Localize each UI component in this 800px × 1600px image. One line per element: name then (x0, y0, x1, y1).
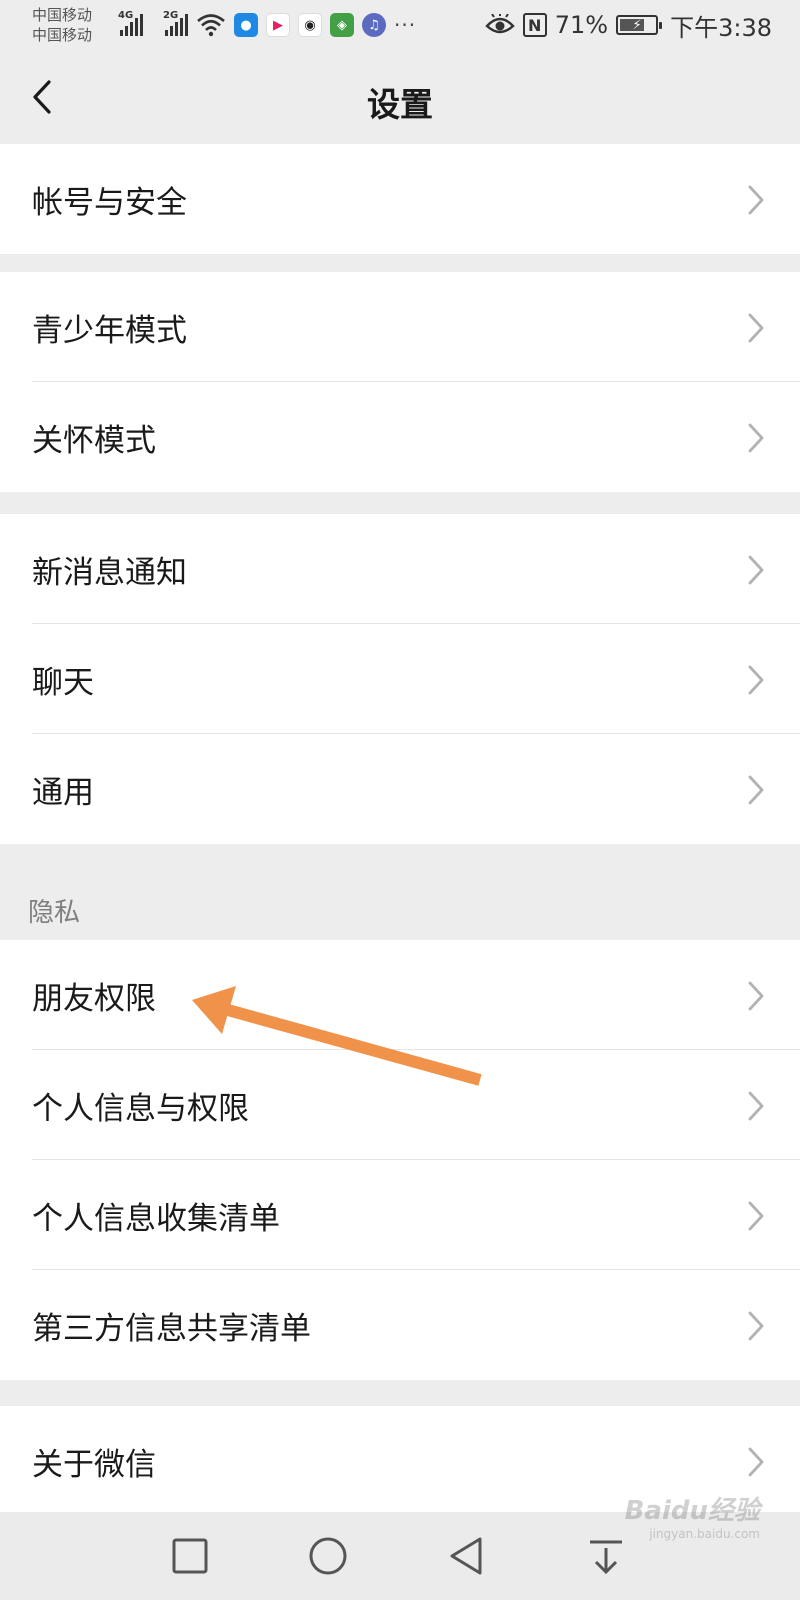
clock: 下午3:38 (670, 13, 772, 42)
app-notification-icon: ● (234, 13, 258, 37)
chevron-right-icon (748, 185, 764, 215)
status-bar: 中国移动 中国移动 4G 2G ● ▶ ◉ ◈ ♫ ··· N 71% ⚡ 下午… (0, 0, 800, 50)
battery-percent: 71% (554, 11, 609, 39)
settings-group-general: 新消息通知 聊天 通用 (0, 514, 800, 844)
carrier-2: 中国移动 (32, 26, 93, 44)
app-notification-icon: ◈ (330, 13, 354, 37)
signal-icon: 2G (163, 10, 188, 36)
settings-group-modes: 青少年模式 关怀模式 (0, 272, 800, 492)
eye-comfort-icon (485, 14, 515, 34)
settings-item-label: 聊天 (32, 664, 94, 701)
chevron-right-icon (748, 775, 764, 805)
page-title: 设置 (367, 85, 433, 124)
app-notification-icon: ◉ (298, 13, 322, 37)
settings-item-label: 朋友权限 (32, 980, 156, 1017)
settings-item-account-security[interactable]: 帐号与安全 (0, 144, 800, 254)
settings-item-notifications[interactable]: 新消息通知 (0, 514, 800, 624)
download-icon[interactable] (584, 1534, 628, 1578)
settings-item-label: 关怀模式 (32, 422, 156, 459)
settings-item-chat[interactable]: 聊天 (0, 624, 800, 734)
settings-item-label: 个人信息与权限 (32, 1090, 249, 1127)
carrier-1: 中国移动 (32, 6, 93, 24)
more-notifications-icon: ··· (394, 13, 417, 37)
chevron-right-icon (748, 1091, 764, 1121)
settings-item-label: 青少年模式 (32, 312, 187, 349)
chevron-right-icon (748, 1447, 764, 1477)
chevron-right-icon (748, 313, 764, 343)
status-icons-right: N 71% ⚡ 下午3:38 (485, 10, 772, 42)
settings-item-label: 关于微信 (32, 1446, 156, 1483)
nav-bar: 设置 (0, 50, 800, 144)
settings-item-care-mode[interactable]: 关怀模式 (0, 382, 800, 492)
status-icons-left: 4G 2G ● ▶ ◉ ◈ ♫ ··· (118, 10, 417, 40)
settings-item-label: 个人信息收集清单 (32, 1200, 280, 1237)
chevron-right-icon (748, 1201, 764, 1231)
settings-item-third-party-sharing-list[interactable]: 第三方信息共享清单 (0, 1270, 800, 1380)
settings-item-label: 通用 (32, 774, 94, 811)
app-notification-icon: ▶ (266, 13, 290, 37)
settings-group-privacy: 朋友权限 个人信息与权限 个人信息收集清单 第三方信息共享清单 (0, 940, 800, 1380)
section-header-privacy: 隐私 (28, 898, 81, 928)
settings-item-teen-mode[interactable]: 青少年模式 (0, 272, 800, 382)
nfc-icon: N (522, 13, 547, 37)
settings-item-general[interactable]: 通用 (0, 734, 800, 844)
chevron-right-icon (748, 665, 764, 695)
chevron-right-icon (748, 555, 764, 585)
app-notification-icon: ♫ (362, 13, 386, 37)
battery-icon: ⚡ (616, 15, 663, 35)
home-icon[interactable] (306, 1534, 350, 1578)
chevron-right-icon (748, 981, 764, 1011)
wifi-icon (197, 14, 225, 37)
settings-item-friend-permissions[interactable]: 朋友权限 (0, 940, 800, 1050)
settings-group-account: 帐号与安全 (0, 144, 800, 254)
back-icon[interactable] (444, 1534, 488, 1578)
recent-apps-icon[interactable] (168, 1534, 212, 1578)
signal-icon: 4G (118, 10, 143, 36)
carrier-names: 中国移动 中国移动 (32, 5, 92, 45)
chevron-right-icon (748, 1311, 764, 1341)
settings-item-label: 新消息通知 (32, 554, 187, 591)
settings-item-info-collection-list[interactable]: 个人信息收集清单 (0, 1160, 800, 1270)
settings-item-personal-info-permissions[interactable]: 个人信息与权限 (0, 1050, 800, 1160)
chevron-right-icon (748, 423, 764, 453)
charging-icon: ⚡ (632, 17, 642, 33)
settings-item-label: 第三方信息共享清单 (32, 1310, 311, 1347)
settings-item-label: 帐号与安全 (32, 184, 187, 221)
watermark-logo: Baidu经验 jingyan.baidu.com (624, 1496, 760, 1541)
